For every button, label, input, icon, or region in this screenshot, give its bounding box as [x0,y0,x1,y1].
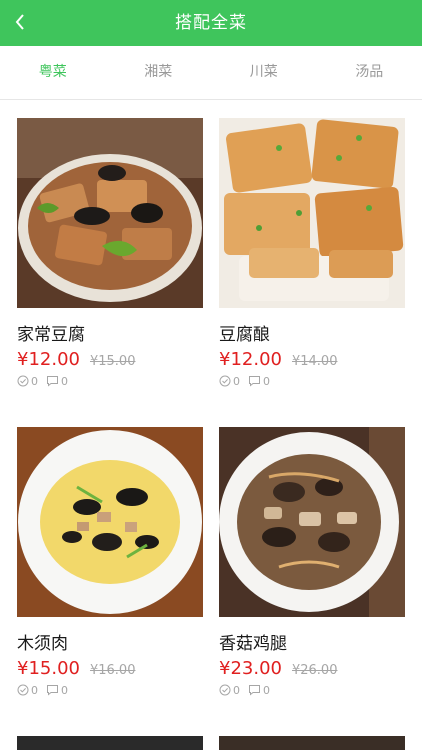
dish-card[interactable]: 香菇鸡腿 ¥23.00 ¥26.00 0 0 [219,427,405,698]
comment-count: 0 [263,374,270,388]
dish-photo[interactable] [17,118,203,308]
tab-xiang[interactable]: 湘菜 [106,46,212,99]
dish-original-price: ¥16.00 [89,663,136,678]
comment-icon [249,376,260,387]
dish-stats: 0 0 [17,682,203,698]
like-stat[interactable]: 0 [17,375,38,388]
dish-price: ¥15.00 [17,658,80,679]
like-icon [219,684,231,696]
dish-photo[interactable] [219,427,405,617]
comment-icon [47,685,58,696]
dish-card[interactable]: 豆腐酿 ¥12.00 ¥14.00 0 0 [219,118,405,389]
dish-original-price: ¥26.00 [291,663,338,678]
dish-stats: 0 0 [219,373,405,389]
like-count: 0 [31,683,38,697]
like-icon [219,375,231,387]
like-count: 0 [233,683,240,697]
dish-name: 香菇鸡腿 [219,634,287,654]
dish-stats: 0 0 [17,373,203,389]
like-count: 0 [31,374,38,388]
like-count: 0 [233,374,240,388]
like-icon [17,684,29,696]
dish-price: ¥12.00 [219,349,282,370]
like-icon [17,375,29,387]
dish-original-price: ¥14.00 [291,354,338,369]
dish-photo[interactable] [17,427,203,617]
dish-name: 木须肉 [17,634,68,654]
dish-card[interactable]: 家常豆腐 ¥12.00 ¥15.00 0 0 [17,118,203,389]
comment-stat[interactable]: 0 [248,684,270,697]
tab-yue[interactable]: 粤菜 [0,46,106,99]
price-row: ¥12.00 ¥14.00 [219,349,405,371]
comment-icon [249,685,260,696]
comment-count: 0 [61,374,68,388]
category-tabs: 粤菜 湘菜 川菜 汤品 [0,46,422,100]
dish-price: ¥12.00 [17,349,80,370]
top-bar: 搭配全菜 [0,0,422,46]
dish-photo[interactable] [219,118,405,308]
comment-count: 0 [61,683,68,697]
dish-price: ¥23.00 [219,658,282,679]
dish-name: 豆腐酿 [219,325,270,345]
comment-icon [47,376,58,387]
comment-count: 0 [263,683,270,697]
price-row: ¥15.00 ¥16.00 [17,658,203,680]
tab-chuan[interactable]: 川菜 [211,46,317,99]
comment-stat[interactable]: 0 [46,375,68,388]
dish-card[interactable]: 木须肉 ¥15.00 ¥16.00 0 0 [17,427,203,698]
comment-stat[interactable]: 0 [248,375,270,388]
price-row: ¥23.00 ¥26.00 [219,658,405,680]
dish-stats: 0 0 [219,682,405,698]
like-stat[interactable]: 0 [17,684,38,697]
dish-name: 家常豆腐 [17,325,85,345]
tab-soup[interactable]: 汤品 [317,46,422,99]
page-title: 搭配全菜 [175,13,247,33]
dish-photo-partial[interactable] [17,736,203,750]
like-stat[interactable]: 0 [219,375,240,388]
comment-stat[interactable]: 0 [46,684,68,697]
price-row: ¥12.00 ¥15.00 [17,349,203,371]
dish-original-price: ¥15.00 [89,354,136,369]
like-stat[interactable]: 0 [219,684,240,697]
dish-photo-partial[interactable] [219,736,405,750]
